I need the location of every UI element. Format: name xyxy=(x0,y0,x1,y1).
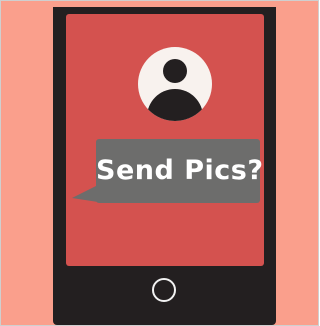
user-avatar-icon xyxy=(138,47,212,121)
avatar-body xyxy=(147,89,203,121)
illustration-frame: Send Pics? xyxy=(0,0,319,326)
home-button-icon xyxy=(152,278,176,302)
speech-bubble: Send Pics? xyxy=(72,139,264,203)
avatar-head xyxy=(163,59,187,83)
speech-bubble-tail xyxy=(72,185,98,202)
speech-bubble-text: Send Pics? xyxy=(96,155,264,186)
